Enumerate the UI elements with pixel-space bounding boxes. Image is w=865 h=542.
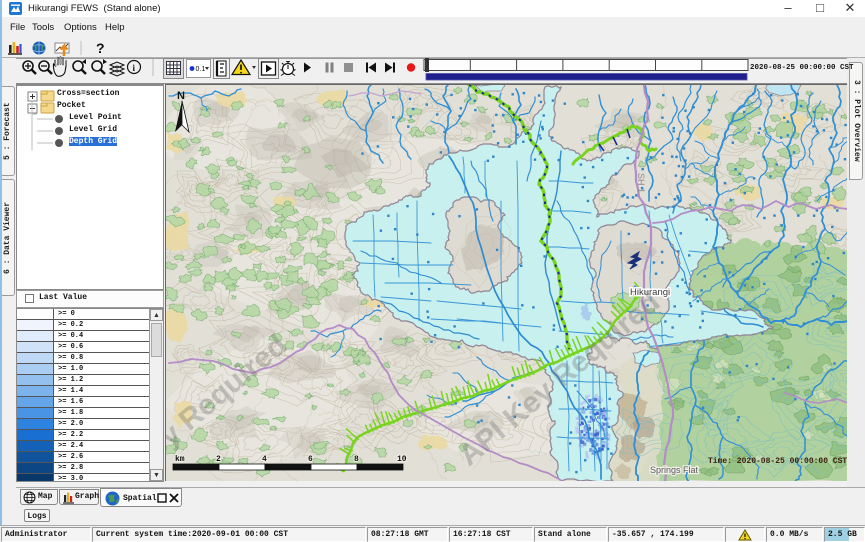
svg-text:10: 10 <box>397 455 407 464</box>
svg-text:4: 4 <box>262 455 267 464</box>
svg-text:N: N <box>177 90 185 102</box>
svg-text:0.1: 0.1 <box>196 66 206 73</box>
svg-text:SH 1: SH 1 <box>636 173 646 193</box>
svg-text:2020-08-25 00:00:00 CST: 2020-08-25 00:00:00 CST <box>750 64 854 72</box>
svg-text:6: 6 <box>308 455 313 464</box>
svg-text:i: i <box>133 63 136 73</box>
svg-text:8: 8 <box>354 455 359 464</box>
svg-text:2: 2 <box>216 455 221 464</box>
svg-text:Springs Flat: Springs Flat <box>650 465 699 475</box>
svg-text:km: km <box>175 455 185 464</box>
svg-text:Time: 2020-08-25 00:00:00 CST: Time: 2020-08-25 00:00:00 CST <box>708 457 847 466</box>
